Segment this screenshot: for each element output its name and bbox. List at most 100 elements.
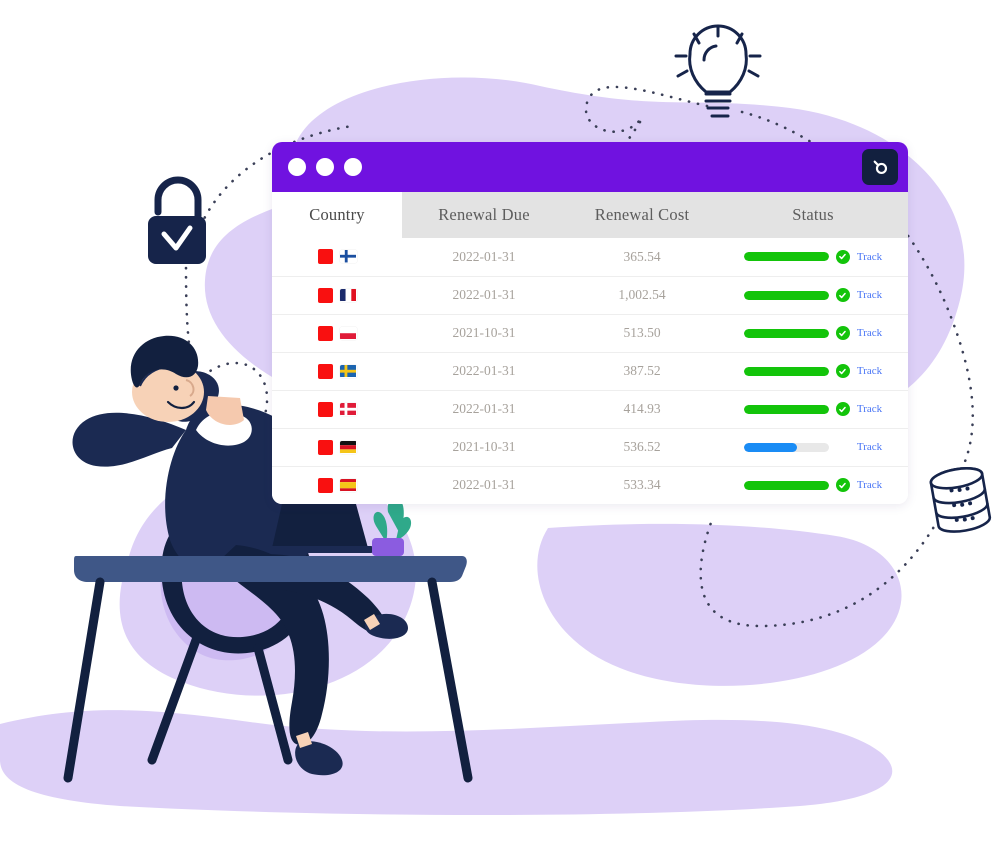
status-marker — [317, 401, 333, 417]
cell-country — [272, 390, 402, 428]
table-row[interactable]: 2022-01-31 387.52 Track — [272, 352, 908, 390]
cactus-pot — [372, 538, 404, 556]
track-link[interactable]: Track — [857, 403, 882, 415]
cell-country — [272, 466, 402, 504]
cell-renewal-cost: 533.34 — [623, 477, 661, 493]
check-glyph — [839, 292, 847, 298]
table-row[interactable]: 2021-10-31 513.50 Track — [272, 314, 908, 352]
table-row[interactable]: 2022-01-31 414.93 Track — [272, 390, 908, 428]
progress-bar — [743, 480, 829, 490]
cell-renewal-cost: 365.54 — [623, 248, 661, 264]
table-row[interactable]: 2022-01-31 1,002.54 Track — [272, 276, 908, 314]
cell-renewal-due: 2022-01-31 — [452, 363, 516, 378]
chair-legs — [147, 635, 293, 765]
progress-bar — [743, 442, 829, 452]
window-dot-maximize[interactable] — [344, 158, 362, 176]
progress-bar-fill — [743, 290, 829, 300]
cell-status: Track — [718, 276, 908, 314]
cell-renewal-cost: 414.93 — [623, 401, 661, 416]
table-row[interactable]: 2022-01-31 533.34 Track — [272, 466, 908, 504]
cell-renewal-cost: 513.50 — [623, 325, 661, 340]
column-header-status[interactable]: Status — [718, 192, 908, 238]
flag-icon-fr — [339, 288, 357, 302]
track-link[interactable]: Track — [857, 365, 882, 377]
cell-status: Track — [718, 352, 908, 390]
check-glyph — [839, 406, 847, 412]
illustration-scene: Country Renewal Due Renewal Cost Status … — [0, 0, 1000, 842]
cactus-plant — [372, 497, 412, 556]
cell-country — [272, 314, 402, 352]
status-marker — [317, 249, 333, 265]
table-row[interactable]: 2022-01-31 365.54 Track — [272, 238, 908, 276]
browser-title-bar — [272, 142, 908, 192]
cell-renewal-due: 2022-01-31 — [452, 477, 516, 493]
track-link[interactable]: Track — [857, 327, 882, 339]
column-header-country[interactable]: Country — [272, 192, 402, 238]
domains-table: Country Renewal Due Renewal Cost Status … — [272, 192, 908, 504]
check-glyph — [839, 330, 847, 336]
status-complete-icon — [835, 326, 850, 340]
window-control-dots — [288, 158, 362, 176]
table-body: 2022-01-31 365.54 Track 2022-01-31 1,002.54 T… — [272, 238, 908, 504]
progress-bar — [743, 290, 829, 300]
cell-status: Track — [718, 238, 908, 276]
progress-bar-fill — [743, 480, 829, 490]
cell-renewal-due: 2021-10-31 — [452, 325, 516, 340]
status-marker — [317, 439, 333, 455]
progress-bar-fill — [743, 442, 797, 452]
cell-status: Track — [718, 466, 908, 504]
progress-bar — [743, 404, 829, 414]
flag-icon-de — [339, 440, 357, 454]
status-complete-icon — [835, 288, 850, 302]
progress-bar — [743, 366, 829, 376]
status-complete-icon — [835, 364, 850, 378]
column-header-renewal-cost[interactable]: Renewal Cost — [566, 192, 718, 238]
laptop-screen — [272, 504, 368, 548]
cell-country — [272, 238, 402, 276]
status-complete-icon — [835, 478, 850, 493]
check-glyph — [839, 482, 847, 488]
progress-bar-fill — [743, 328, 829, 338]
cell-renewal-cost: 536.52 — [623, 439, 661, 454]
cell-country — [272, 428, 402, 466]
progress-bar-fill — [743, 404, 829, 414]
table-row[interactable]: 2021-10-31 536.52 Track — [272, 428, 908, 466]
table-header-row: Country Renewal Due Renewal Cost Status — [272, 192, 908, 238]
cell-renewal-due: 2022-01-31 — [452, 401, 516, 416]
status-pending-placeholder — [836, 440, 850, 454]
cell-country — [272, 352, 402, 390]
cell-renewal-due: 2022-01-31 — [452, 248, 516, 264]
check-glyph — [839, 368, 847, 374]
cell-renewal-cost: 387.52 — [623, 363, 661, 378]
table-header: Country Renewal Due Renewal Cost Status — [272, 192, 908, 238]
cell-renewal-due: 2021-10-31 — [452, 439, 516, 454]
cell-renewal-due: 2022-01-31 — [452, 287, 516, 302]
status-marker — [317, 477, 333, 493]
status-marker — [317, 325, 333, 341]
track-link[interactable]: Track — [857, 479, 882, 491]
flag-icon-fi — [339, 250, 357, 263]
progress-bar — [743, 252, 829, 262]
flag-icon-pl — [339, 326, 357, 340]
progress-bar — [743, 328, 829, 338]
track-link[interactable]: Track — [857, 251, 882, 263]
progress-bar-fill — [743, 366, 829, 376]
status-complete-icon — [835, 249, 850, 264]
column-header-renewal-due[interactable]: Renewal Due — [402, 192, 566, 238]
person-eye — [173, 385, 179, 391]
track-link[interactable]: Track — [857, 441, 882, 453]
desk-top — [74, 556, 467, 582]
browser-window: Country Renewal Due Renewal Cost Status … — [272, 142, 908, 504]
status-marker — [317, 363, 333, 379]
cell-status: Track — [718, 314, 908, 352]
status-complete-icon — [835, 402, 850, 416]
search-button[interactable] — [862, 149, 898, 185]
cell-status: Track — [718, 428, 908, 466]
cell-status: Track — [718, 390, 908, 428]
window-dot-close[interactable] — [288, 158, 306, 176]
track-link[interactable]: Track — [857, 289, 882, 301]
check-glyph — [839, 254, 847, 260]
progress-bar-fill — [743, 252, 829, 262]
flag-icon-es — [339, 478, 357, 492]
window-dot-minimize[interactable] — [316, 158, 334, 176]
